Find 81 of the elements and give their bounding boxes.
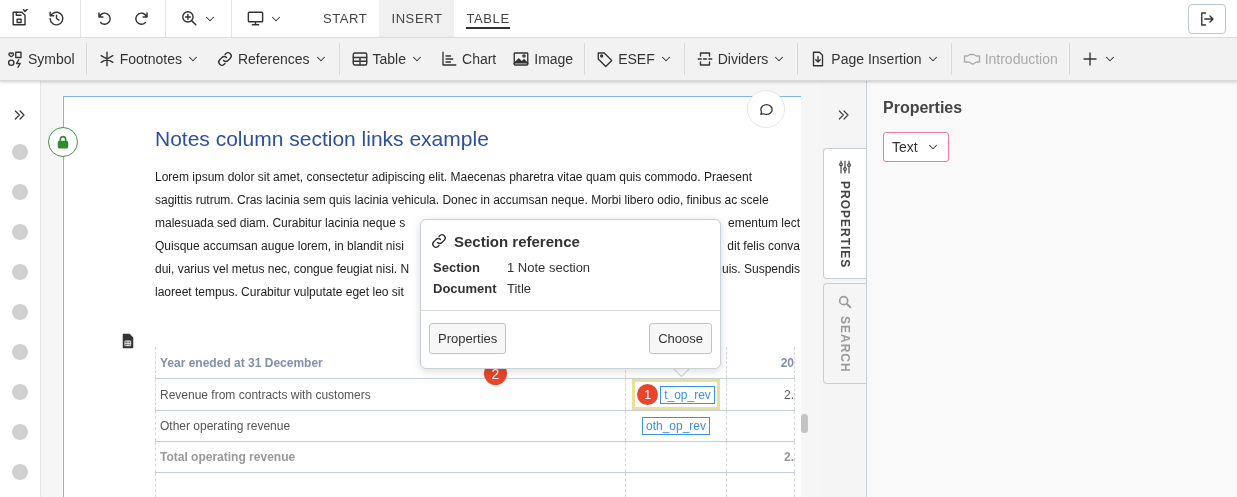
- paragraph-text: uis. Suspendis: [721, 261, 800, 278]
- dialog-button[interactable]: Properties: [429, 323, 507, 354]
- redo-button[interactable]: [132, 9, 151, 28]
- table-cell: 2.: [784, 387, 794, 402]
- table-cell: Year eneded at 31 December: [160, 355, 323, 370]
- toolbar-button[interactable]: ESEF: [596, 50, 673, 68]
- tag-chip[interactable]: oth_op_rev: [641, 417, 710, 435]
- paragraph-text: dit felis conva: [727, 238, 800, 255]
- table-cell: Revenue from contracts with customers: [160, 387, 371, 402]
- marker-dot[interactable]: [12, 184, 28, 200]
- search-icon: [837, 294, 853, 311]
- section-title: Notes column section links example: [155, 127, 490, 151]
- toolbar-button[interactable]: Page Insertion: [809, 50, 940, 68]
- paragraph-text: malesuada sed diam. Curabitur lacinia neque s: [155, 215, 406, 232]
- table-cell: 20: [780, 355, 794, 370]
- save-icon: [10, 9, 29, 28]
- tab[interactable]: TABLE: [454, 0, 522, 37]
- paragraph-text: sagittis rutrum. Cras lacinia sem quis lacinia vehicula. Donec in accumsan neque. Morbi libero odio, finibus ac scele: [155, 192, 769, 209]
- plus-icon: [1080, 50, 1099, 68]
- tag-icon: [596, 50, 615, 68]
- table-icon: [350, 50, 369, 68]
- marker-dot[interactable]: [12, 304, 28, 320]
- redo-icon: [132, 9, 151, 28]
- device-button[interactable]: [246, 9, 283, 28]
- table-cell: Other operating revenue: [160, 419, 291, 433]
- link-icon: [430, 232, 448, 250]
- undo-icon: [95, 9, 114, 28]
- padlock-icon: [55, 134, 71, 150]
- paragraph-text: ementum lect: [727, 215, 800, 232]
- toolbar-button[interactable]: Dividers: [695, 50, 787, 68]
- toolbar-button[interactable]: References: [215, 50, 328, 68]
- tab[interactable]: INSERT: [379, 0, 455, 37]
- marker-dot[interactable]: [12, 144, 28, 160]
- tag-chip[interactable]: t_op_rev: [660, 385, 715, 404]
- sliders-icon: [837, 159, 853, 175]
- paragraph-text: dui, varius vel metus nec, congue feugiat nisi. N: [155, 261, 410, 278]
- type-dropdown[interactable]: Text: [883, 132, 949, 162]
- marker-dot[interactable]: [12, 464, 28, 480]
- image-icon: [512, 50, 531, 68]
- toolbar-button[interactable]: [1080, 50, 1117, 68]
- history-button[interactable]: [47, 9, 66, 28]
- tab[interactable]: START: [311, 0, 380, 37]
- toolbar-button[interactable]: Chart: [440, 50, 497, 68]
- zoom-button[interactable]: [180, 9, 217, 28]
- dividers-icon: [695, 50, 714, 68]
- marker-dot[interactable]: [12, 424, 28, 440]
- link-icon: [215, 50, 234, 68]
- history-icon: [47, 9, 66, 28]
- chart-icon: [440, 50, 458, 68]
- exit-icon: [1198, 9, 1216, 28]
- comment-button[interactable]: [747, 90, 785, 128]
- toolbar-button[interactable]: Symbol: [6, 50, 75, 68]
- monitor-icon: [246, 9, 265, 28]
- table-cell: 2.: [784, 450, 794, 464]
- field-label: Document: [433, 281, 498, 296]
- scrollbar-thumb[interactable]: [801, 414, 808, 433]
- marker-dot[interactable]: [12, 224, 28, 240]
- side-tab[interactable]: PROPERTIES: [823, 148, 866, 280]
- spreadsheet-icon: [120, 333, 136, 349]
- toolbar-button[interactable]: Footnotes: [97, 50, 200, 68]
- table-cell: Total operating revenue: [160, 450, 296, 464]
- step-badge: 1: [637, 384, 659, 405]
- field-value: Title: [507, 281, 533, 296]
- field-label: Section: [433, 260, 481, 275]
- toolbar-button[interactable]: Image: [512, 50, 574, 68]
- save-button[interactable]: [10, 9, 29, 28]
- marker-dot[interactable]: [12, 264, 28, 280]
- paragraph-text: laoreet tempus. Curabitur vulputate eget leo sit: [155, 284, 404, 301]
- paragraph-text: Quisque accumsan augue lorem, in blandit nisi: [155, 238, 404, 255]
- toolbar-button[interactable]: Table: [350, 50, 424, 68]
- zoom-in-icon: [180, 9, 199, 28]
- marker-dot[interactable]: [12, 344, 28, 360]
- dialog-button[interactable]: Choose: [649, 323, 712, 354]
- popup-title: Section reference: [454, 232, 580, 250]
- field-value: 1 Note section: [507, 260, 592, 275]
- panel-title: Properties: [883, 99, 964, 117]
- undo-button[interactable]: [95, 9, 114, 28]
- paragraph-text: Lorem ipsum dolor sit amet, consectetur adipiscing elit. Maecenas pharetra vitae quam quis commodo. Praesent: [155, 169, 752, 186]
- exit-button[interactable]: [1188, 3, 1226, 34]
- symbols-icon: [6, 50, 24, 68]
- marker-dot[interactable]: [12, 384, 28, 400]
